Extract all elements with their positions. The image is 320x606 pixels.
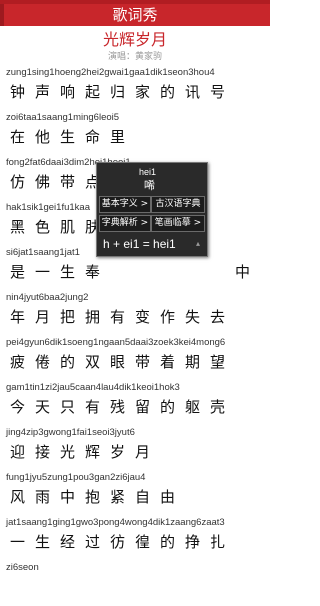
lyric-line: zi6seon	[6, 561, 268, 606]
lyric-jyutping: zoi6taa1saang1ming6leoi5	[6, 112, 120, 123]
lyric-jyutping: nin4jyut6baa2jung2	[6, 292, 89, 303]
lyric-text[interactable]: 迎接光辉岁月	[6, 439, 268, 465]
lyric-text[interactable]: 钟声响起归家的讯号	[6, 79, 268, 105]
lyric-jyutping: zi6seon	[6, 562, 39, 573]
lyric-jyutping: gam1tin1zi2jau5caan4lau4dik1keoi1hok3	[6, 382, 180, 393]
app-title: 歌词秀	[112, 6, 158, 24]
popup-header: hei1 唏	[101, 165, 201, 195]
popup-pinyin: hei1	[139, 167, 157, 177]
lyric-line: nin4jyut6baa2jung2 年月把拥有变作失去	[6, 291, 268, 336]
pronunciation-formula: h + ei1 = hei1 ▴	[99, 235, 203, 253]
lyric-jyutping: pei4gyun6dik1soeng1ngaan5daai3zoek3kei4m…	[6, 337, 226, 348]
lyric-jyutping: zung1sing1hoeng2hei2gwai1gaa1dik1seon3ho…	[6, 67, 215, 78]
lyric-line: jing4zip3gwong1fai1seoi3jyut6 迎接光辉岁月	[6, 426, 268, 471]
lyric-text[interactable]: 风雨中抱紧自由	[6, 484, 268, 510]
popup-character: 唏	[144, 179, 155, 192]
lyric-text[interactable]: 今天只有残留的躯壳	[6, 394, 268, 420]
formula-text: h + ei1 = hei1	[103, 237, 176, 251]
lyric-text[interactable]: 在他生命里	[6, 124, 268, 150]
lyrics-list: zung1sing1hoeng2hei2gwai1gaa1dik1seon3ho…	[6, 66, 268, 606]
lyric-text[interactable]: 疲倦的双眼带着期望	[6, 349, 268, 375]
lyric-line: zoi6taa1saang1ming6leoi5 在他生命里	[6, 111, 268, 156]
character-popup: hei1 唏 基本字义 > 古汉语字典 字典解析 > 笔画临摹 > h + ei…	[96, 162, 208, 257]
classical-dictionary-button[interactable]: 古汉语字典	[151, 196, 205, 213]
lyric-jyutping: fung1jyu5zung1pou3gan2zi6jau4	[6, 472, 146, 483]
song-title: 光辉岁月	[102, 30, 167, 49]
stroke-tracing-button[interactable]: 笔画临摹 >	[151, 215, 205, 232]
lyric-jyutping: jat1saang1ging1gwo3pong4wong4dik1zaang6z…	[6, 517, 225, 528]
lyric-jyutping: jing4zip3gwong1fai1seoi3jyut6	[6, 427, 135, 438]
lyric-line: jat1saang1ging1gwo3pong4wong4dik1zaang6z…	[6, 516, 268, 561]
lyric-text[interactable]: 年月把拥有变作失去	[6, 304, 268, 330]
lyric-text[interactable]: 一生经过彷徨的挣扎	[6, 529, 268, 555]
dictionary-analysis-button[interactable]: 字典解析 >	[99, 215, 151, 232]
lyric-line: gam1tin1zi2jau5caan4lau4dik1keoi1hok3 今天…	[6, 381, 268, 426]
app-header: 歌词秀	[0, 4, 270, 26]
header-edge	[0, 4, 4, 26]
lyric-line: fung1jyu5zung1pou3gan2zi6jau4 风雨中抱紧自由	[6, 471, 268, 516]
lyric-line: zung1sing1hoeng2hei2gwai1gaa1dik1seon3ho…	[6, 66, 268, 111]
lyric-line: pei4gyun6dik1soeng1ngaan5daai3zoek3kei4m…	[6, 336, 268, 381]
lyric-text[interactable]: 是一生奉 中	[6, 259, 268, 285]
speaker-icon[interactable]: ▴	[192, 239, 200, 249]
basic-meaning-button[interactable]: 基本字义 >	[99, 196, 151, 213]
singer-line: 演唱：黄家驹	[107, 52, 162, 62]
